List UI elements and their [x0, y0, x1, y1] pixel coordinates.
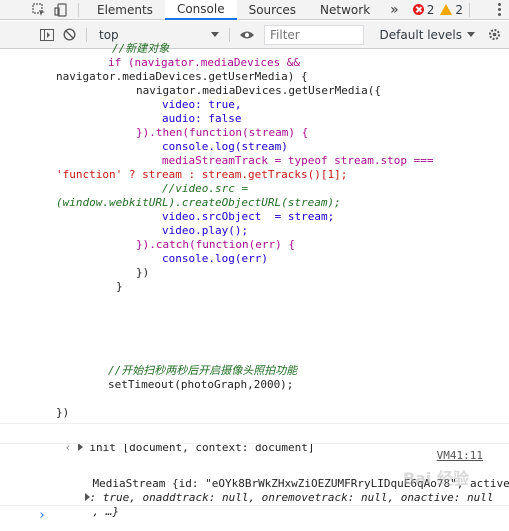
warning-count: 2	[455, 2, 464, 17]
more-options-icon[interactable]	[489, 3, 509, 16]
code-line: }	[116, 280, 123, 293]
toolbar-divider	[469, 2, 471, 17]
code-line: audio: false	[162, 112, 242, 125]
divider	[0, 443, 509, 444]
code-line: mediaStreamTrack = typeof stream.stop ==…	[162, 154, 434, 167]
expand-triangle-icon[interactable]	[77, 443, 83, 451]
error-count: 2	[426, 2, 435, 17]
toolbar-divider	[78, 2, 79, 17]
sidebar-toggle-icon[interactable]	[36, 25, 58, 45]
devtools-tabbar: Elements Console Sources Network » 2 2	[0, 0, 509, 20]
code-block: //新建对象 if (navigator.mediaDevices && nav…	[56, 42, 496, 420]
code-line: //video.src =	[162, 182, 249, 195]
mediastream-text: : true, onaddtrack: null, onremovetrack:…	[89, 491, 494, 504]
code-line: 'function' ? stream : stream.getTracks()…	[56, 168, 348, 181]
code-line: })	[56, 406, 70, 419]
inspect-element-icon[interactable]	[28, 0, 50, 20]
tab-elements[interactable]: Elements	[85, 0, 165, 20]
warning-icon	[440, 4, 453, 15]
code-line: setTimeout(photoGraph,2000);	[108, 378, 294, 391]
watermark-logo: Bai 经验	[402, 469, 469, 488]
code-line: console.log(stream)	[162, 140, 288, 153]
divider	[0, 423, 509, 424]
code-line: //新建对象	[112, 42, 170, 55]
chevron-down-icon	[211, 32, 219, 37]
device-toolbar-icon[interactable]	[50, 0, 72, 20]
code-line: console.log(err)	[162, 252, 268, 265]
error-icon	[412, 4, 424, 15]
context-label: top	[99, 27, 119, 42]
console-output: //新建对象 if (navigator.mediaDevices && nav…	[0, 42, 509, 531]
divider	[0, 505, 509, 506]
code-line: (window.webkitURL).createObjectURL(strea…	[56, 196, 341, 209]
code-line: })	[136, 266, 150, 279]
code-line: navigator.mediaDevices.getUserMedia({	[136, 84, 382, 97]
toolbar-divider	[229, 27, 230, 42]
warning-count-badge[interactable]: 2	[440, 3, 463, 17]
code-line: if (navigator.mediaDevices &&	[108, 56, 301, 69]
source-link[interactable]: VM41:11	[437, 449, 483, 463]
more-tabs-button[interactable]: »	[382, 0, 407, 20]
mediastream-line: , …}	[66, 491, 120, 531]
code-line: //开始扫秒两秒后开启摄像头照拍功能	[108, 364, 298, 377]
code-line: }).then(function(stream) {	[136, 126, 309, 139]
tab-console[interactable]: Console	[164, 0, 237, 20]
code-line: video.srcObject = stream;	[162, 210, 335, 223]
code-line: navigator.mediaDevices.getUserMedia) {	[56, 70, 308, 83]
code-line: }).catch(function(err) {	[136, 238, 295, 251]
error-count-badge[interactable]: 2	[412, 2, 435, 17]
console-prompt-icon[interactable]: ›	[38, 509, 46, 523]
code-line: video: true,	[162, 98, 242, 111]
code-line: video.play();	[162, 224, 249, 237]
log-levels-label: Default levels	[379, 27, 462, 42]
toolbar-divider	[86, 27, 87, 42]
tab-sources[interactable]: Sources	[237, 0, 308, 20]
tab-network[interactable]: Network	[308, 0, 382, 20]
log-levels-dropdown[interactable]: Default levels	[380, 28, 483, 42]
chevron-down-icon	[467, 32, 475, 37]
mediastream-text: , …}	[92, 505, 120, 518]
